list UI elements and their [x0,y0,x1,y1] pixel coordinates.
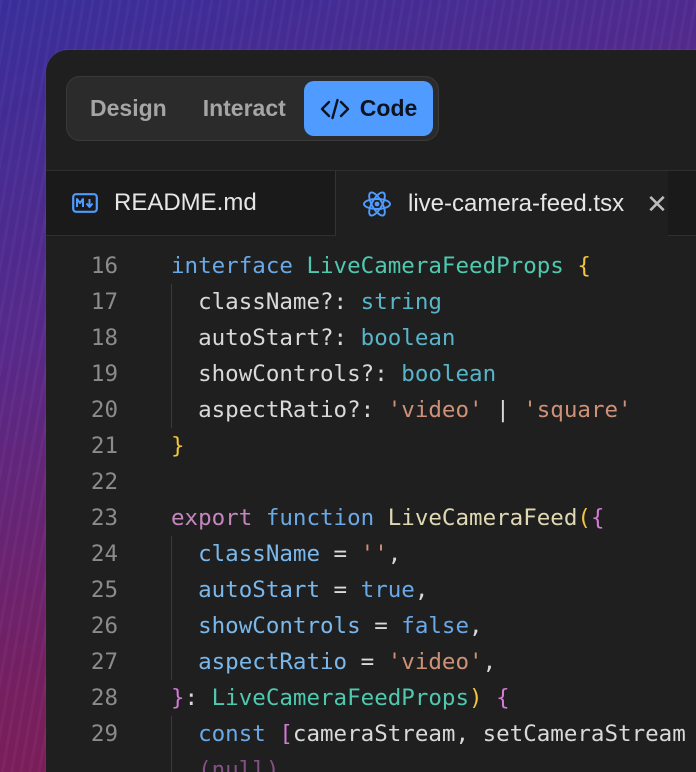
parameter: autoStart [198,577,321,603]
code-line: 21 } [46,428,696,464]
line-number: 23 [90,505,118,531]
line-number: 16 [90,253,118,279]
code-line: 18 autoStart?: boolean [46,320,696,356]
code-line: 20 aspectRatio?: 'video' | 'square' [46,392,696,428]
parameter: className [198,541,321,567]
code-line: 25 autoStart = true, [46,572,696,608]
property: className?: [198,289,348,315]
string-literal: '' [360,541,388,567]
tab-label: README.md [114,189,257,216]
line-number: 28 [90,685,118,711]
keyword: interface [171,253,293,279]
function-name: LiveCameraFeed [387,505,578,531]
string-literal: 'square' [523,397,632,423]
tab-live-camera-feed[interactable]: live-camera-feed.tsx ✕ [336,171,668,237]
code-mode-button[interactable]: Code [303,81,434,136]
code-line: 17 className?: string [46,284,696,320]
boolean-literal: true [360,577,415,603]
continuation-text: (null) [198,757,280,772]
interact-mode-button[interactable]: Interact [185,81,304,136]
line-number: 21 [90,433,118,459]
line-number: 29 [90,721,118,747]
property: aspectRatio?: [198,397,375,423]
close-icon[interactable]: ✕ [646,189,668,220]
code-mode-label: Code [359,95,418,121]
keyword: function [265,505,375,531]
brace: } [171,433,185,459]
boolean-literal: false [401,613,470,639]
property: showControls?: [198,361,388,387]
editor-window: Design Interact Code README.md live-came… [46,50,696,772]
code-line: 28 }: LiveCameraFeedProps) { [46,680,696,716]
parameter: showControls [198,613,361,639]
keyword: const [198,721,266,747]
file-tabs: README.md live-camera-feed.tsx ✕ [46,170,696,237]
string-literal: 'video' [387,397,483,423]
code-icon [320,98,349,119]
line-number: 24 [90,541,118,567]
type-name: LiveCameraFeedProps [306,253,564,279]
code-line: 29 const [cameraStream, setCameraStream [46,716,696,752]
line-number: 27 [90,649,118,675]
brace: { [577,253,591,279]
code-line: 27 aspectRatio = 'video', [46,644,696,680]
code-line: 23 export function LiveCameraFeed({ [46,500,696,536]
markdown-icon [72,193,98,213]
code-line: 24 className = '', [46,536,696,572]
toolbar: Design Interact Code [46,50,696,170]
type-name: boolean [360,325,456,351]
type-name: string [360,289,442,315]
tab-readme[interactable]: README.md [46,171,336,235]
line-number: 17 [90,289,118,315]
property: autoStart?: [198,325,348,351]
code-line: 19 showControls?: boolean [46,356,696,392]
keyword: export [171,505,253,531]
parameter: aspectRatio [198,649,348,675]
line-number: 19 [90,361,118,387]
tab-label: live-camera-feed.tsx [408,190,625,217]
line-number: 25 [90,577,118,603]
code-line: 26 showControls = false, [46,608,696,644]
line-number: 22 [90,469,118,495]
code-line: 22 [46,464,696,500]
code-line: 16 interface LiveCameraFeedProps { [46,248,696,284]
line-number: 18 [90,325,118,351]
type-name: boolean [401,361,497,387]
string-literal: 'video' [387,649,483,675]
line-number: 20 [90,397,118,423]
code-editor[interactable]: 16 interface LiveCameraFeedProps { 17 cl… [46,236,696,772]
design-mode-button[interactable]: Design [72,81,185,136]
react-icon [362,190,392,218]
type-name: LiveCameraFeedProps [211,685,470,711]
line-number: 26 [90,613,118,639]
code-line: (null) [46,752,696,772]
view-mode-switcher: Design Interact Code [66,76,440,141]
